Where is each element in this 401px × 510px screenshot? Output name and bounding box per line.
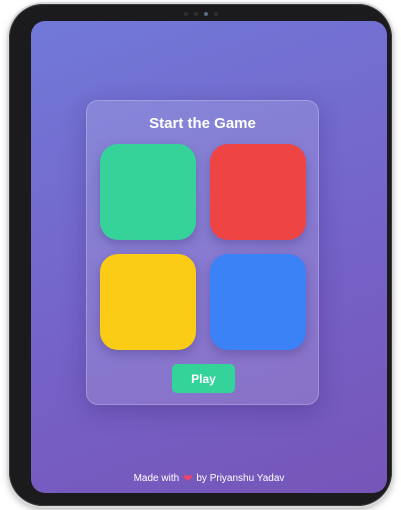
footer-credit: Made with ❤ by Priyanshu Yadav [31,472,387,485]
tablet-frame: Start the Game Play Made with ❤ by Priya… [9,4,392,506]
camera-bar [169,11,233,17]
camera-lens-icon [204,12,208,16]
sensor-dot [184,12,188,16]
footer-prefix: Made with [133,473,180,484]
sensor-dot [194,12,198,16]
green-tile[interactable] [100,144,196,240]
red-tile[interactable] [210,144,306,240]
yellow-tile[interactable] [100,254,196,350]
heart-icon: ❤ [183,473,193,485]
footer-author: by Priyanshu Yadav [196,473,285,484]
play-button[interactable]: Play [172,364,235,393]
app-screen: Start the Game Play Made with ❤ by Priya… [31,21,387,493]
game-title: Start the Game [149,115,256,132]
game-card: Start the Game Play [86,100,319,405]
blue-tile[interactable] [210,254,306,350]
sensor-dot [214,12,218,16]
